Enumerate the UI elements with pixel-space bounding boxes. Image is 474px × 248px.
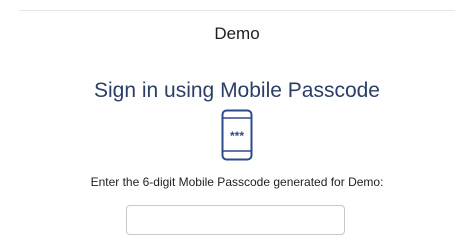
header-divider xyxy=(19,10,455,11)
passcode-input[interactable] xyxy=(126,205,345,235)
phone-screen-text: *** xyxy=(230,129,244,143)
organization-name: Demo xyxy=(214,24,260,43)
page-title: Sign in using Mobile Passcode xyxy=(93,79,380,102)
passcode-instruction: Enter the 6-digit Mobile Passcode genera… xyxy=(90,175,384,189)
mobile-phone-passcode-icon: *** xyxy=(221,109,253,161)
